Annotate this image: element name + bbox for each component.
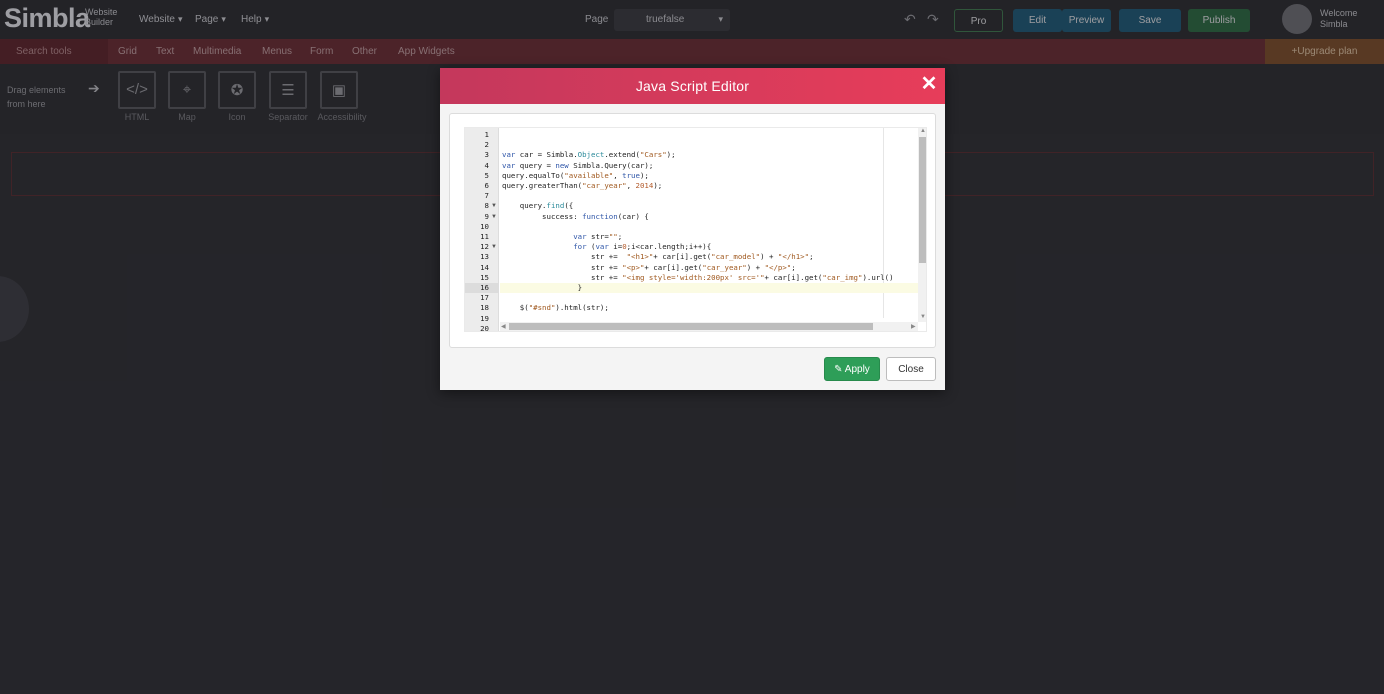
line-number: 8 <box>484 201 489 211</box>
line-number: 6 <box>484 181 489 190</box>
line-number: 13 <box>480 252 489 262</box>
modal-title: Java Script Editor <box>635 78 750 94</box>
line-number: 3 <box>484 150 489 160</box>
code-line: query.greaterThan("car_year", 2014); <box>502 181 663 190</box>
fold-arrow-icon[interactable]: ▼ <box>491 203 497 209</box>
line-number: 9 <box>484 211 489 221</box>
line-number: 20 <box>480 323 489 332</box>
code-line: str += "<h1>"+ car[i].get("car_model") +… <box>502 252 814 262</box>
vertical-scrollbar[interactable]: ▲ ▼ <box>918 128 926 322</box>
line-number: 14 <box>480 262 489 272</box>
line-number: 18 <box>480 303 489 313</box>
line-number: 4 <box>484 160 489 170</box>
line-number-gutter: 1 2 3 4 5 6 7 8 ▼ 9 ▼ 10 11 12 ▼ 13 14 15 16 17 18 19 20 <box>465 128 499 332</box>
apply-button[interactable]: ✎ Apply <box>824 357 880 381</box>
scroll-right-icon[interactable]: ▶ <box>911 323 916 330</box>
horizontal-scrollbar[interactable]: ◀ ▶ <box>500 322 918 331</box>
code-line: query.equalTo("available", true); <box>502 170 649 180</box>
code-line: var str=""; <box>573 232 623 241</box>
line-number: 12 <box>480 242 489 252</box>
code-line: str += "<img style='width:200px' src='"+… <box>502 272 894 282</box>
line-number: 11 <box>480 232 489 241</box>
close-button[interactable]: Close <box>886 357 936 381</box>
fold-arrow-icon[interactable]: ▼ <box>491 214 497 220</box>
close-icon[interactable]: ✕ <box>919 74 939 94</box>
line-number: 5 <box>484 170 489 180</box>
scroll-left-icon[interactable]: ◀ <box>501 323 506 330</box>
pencil-icon: ✎ <box>834 364 843 375</box>
scroll-up-icon[interactable]: ▲ <box>920 128 926 134</box>
modal-header: Java Script Editor ✕ <box>440 68 945 104</box>
line-number: 15 <box>480 272 489 282</box>
apply-label: Apply <box>844 364 870 375</box>
line-number: 7 <box>484 191 489 201</box>
code-line: query.find({ <box>502 201 574 211</box>
code-line: success: function(car) { <box>502 211 649 221</box>
code-line: var query = new Simbla.Query(car); <box>502 160 654 170</box>
code-line: $("#snd").html(str); <box>502 303 609 313</box>
line-number: 2 <box>484 140 489 150</box>
vertical-scroll-thumb[interactable] <box>919 137 926 263</box>
scroll-down-icon[interactable]: ▼ <box>920 314 926 320</box>
line-number: 1 <box>484 130 489 139</box>
javascript-editor-modal: Java Script Editor ✕ 1 2 3 4 5 6 7 8 ▼ 9 ▼ 10 11 12 ▼ 1… <box>440 68 945 390</box>
code-line: var car = Simbla.Object.extend("Cars"); <box>502 150 676 160</box>
code-editor[interactable]: 1 2 3 4 5 6 7 8 ▼ 9 ▼ 10 11 12 ▼ 13 14 15 16 17 18 19 20 var c… <box>464 127 927 332</box>
code-line: } <box>502 283 583 292</box>
line-number: 10 <box>480 221 489 231</box>
horizontal-scroll-thumb[interactable] <box>509 323 873 330</box>
line-number: 16 <box>480 283 489 292</box>
code-line: str += "<p>"+ car[i].get("car_year") + "… <box>502 262 796 272</box>
fold-arrow-icon[interactable]: ▼ <box>491 244 497 250</box>
code-line: for (var i=0;i<car.length;i++){ <box>573 242 712 252</box>
line-number: 17 <box>480 293 489 303</box>
line-number: 19 <box>480 313 489 323</box>
modal-body: 1 2 3 4 5 6 7 8 ▼ 9 ▼ 10 11 12 ▼ 13 14 15 16 17 18 19 20 var c… <box>449 113 936 348</box>
